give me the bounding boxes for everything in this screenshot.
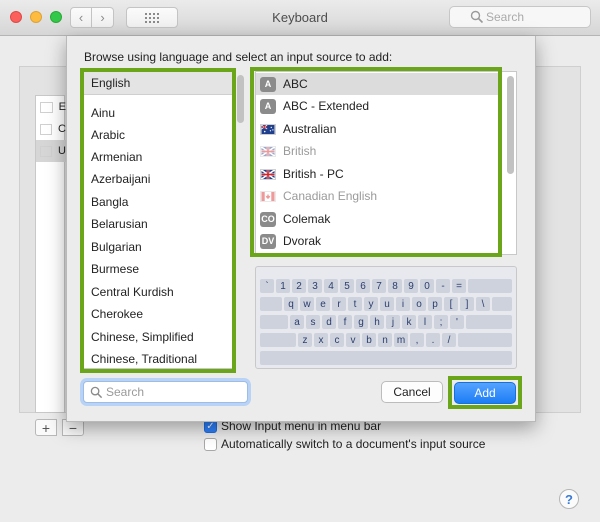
input-source-label: C bbox=[58, 123, 66, 135]
window-titlebar: ‹ › Keyboard Search bbox=[0, 0, 600, 36]
keyboard-key: 5 bbox=[340, 279, 354, 293]
keyboard-key: ` bbox=[260, 279, 274, 293]
keyboard-key: i bbox=[396, 297, 410, 311]
input-source-list-highlight bbox=[250, 67, 502, 257]
language-search-input[interactable]: Search bbox=[83, 381, 248, 403]
sheet-instruction: Browse using language and select an inpu… bbox=[84, 50, 393, 64]
add-input-source-button[interactable]: + bbox=[35, 419, 57, 436]
keyboard-key: . bbox=[426, 333, 440, 347]
input-source-row[interactable]: U bbox=[36, 140, 66, 162]
chevron-right-icon: › bbox=[100, 10, 105, 25]
close-window-button[interactable] bbox=[10, 11, 22, 23]
keyboard-key: ' bbox=[450, 315, 464, 329]
keyboard-key: b bbox=[362, 333, 376, 347]
window-search-placeholder: Search bbox=[486, 10, 525, 24]
input-source-list-scrollbar[interactable] bbox=[507, 76, 514, 174]
cancel-button[interactable]: Cancel bbox=[381, 381, 443, 403]
language-list-highlight bbox=[80, 68, 236, 373]
keyboard-key: 7 bbox=[372, 279, 386, 293]
keyboard-key: h bbox=[370, 315, 384, 329]
add-button-highlight bbox=[448, 376, 522, 409]
keyboard-key: 2 bbox=[292, 279, 306, 293]
keyboard-key: 1 bbox=[276, 279, 290, 293]
language-search-placeholder: Search bbox=[106, 385, 145, 399]
keyboard-key: 9 bbox=[404, 279, 418, 293]
keyboard-layout-preview: ` 1 2 3 4 5 6 7 8 9 0 - = q w e r t y u … bbox=[255, 266, 517, 369]
keyboard-key: r bbox=[332, 297, 346, 311]
keyboard-key-blank bbox=[466, 315, 512, 329]
keyboard-key: d bbox=[322, 315, 336, 329]
language-list-scrollbar[interactable] bbox=[237, 75, 244, 123]
help-button[interactable]: ? bbox=[559, 489, 579, 509]
keyboard-key: q bbox=[284, 297, 298, 311]
minimize-window-button[interactable] bbox=[30, 11, 42, 23]
keyboard-key-blank bbox=[492, 297, 512, 311]
keyboard-key: [ bbox=[444, 297, 458, 311]
keyboard-key: ; bbox=[434, 315, 448, 329]
checkbox-unchecked[interactable] bbox=[204, 437, 217, 451]
window-title: Keyboard bbox=[272, 10, 328, 25]
us-flag-icon bbox=[40, 145, 53, 157]
keyboard-key: 4 bbox=[324, 279, 338, 293]
show-all-button[interactable] bbox=[126, 7, 178, 28]
keyboard-key: z bbox=[298, 333, 312, 347]
keyboard-key: x bbox=[314, 333, 328, 347]
keyboard-key: m bbox=[394, 333, 408, 347]
keyboard-key: j bbox=[386, 315, 400, 329]
canada-flag-icon bbox=[40, 123, 53, 135]
input-source-row[interactable]: C bbox=[36, 118, 66, 140]
keyboard-key: ] bbox=[460, 297, 474, 311]
input-source-row[interactable]: E bbox=[36, 96, 66, 118]
keyboard-key: v bbox=[346, 333, 360, 347]
chevron-left-icon: ‹ bbox=[78, 10, 84, 25]
keyboard-key-blank bbox=[260, 333, 296, 347]
keyboard-key: o bbox=[412, 297, 426, 311]
keyboard-key: f bbox=[338, 315, 352, 329]
keyboard-key-blank bbox=[260, 315, 288, 329]
keyboard-key: w bbox=[300, 297, 314, 311]
keyboard-key: t bbox=[348, 297, 362, 311]
input-source-label: U bbox=[58, 145, 66, 157]
keyboard-key-blank bbox=[260, 351, 512, 365]
keyboard-key: c bbox=[330, 333, 344, 347]
auto-switch-label: Automatically switch to a document's inp… bbox=[221, 437, 486, 451]
grid-icon bbox=[145, 12, 159, 23]
keyboard-key: e bbox=[316, 297, 330, 311]
keyboard-key: s bbox=[306, 315, 320, 329]
forward-button[interactable]: › bbox=[92, 7, 114, 28]
search-icon bbox=[90, 386, 103, 399]
keyboard-key: \ bbox=[476, 297, 490, 311]
zoom-window-button[interactable] bbox=[50, 11, 62, 23]
auto-switch-option[interactable]: Automatically switch to a document's inp… bbox=[204, 437, 485, 451]
back-button[interactable]: ‹ bbox=[70, 7, 92, 28]
keyboard-key: , bbox=[410, 333, 424, 347]
keyboard-key: = bbox=[452, 279, 466, 293]
keyboard-key: a bbox=[290, 315, 304, 329]
keyboard-key: y bbox=[364, 297, 378, 311]
keyboard-key-blank bbox=[468, 279, 512, 293]
keyboard-key: l bbox=[418, 315, 432, 329]
keyboard-key: 8 bbox=[388, 279, 402, 293]
keyboard-key-blank bbox=[260, 297, 282, 311]
keyboard-key: g bbox=[354, 315, 368, 329]
keyboard-key: n bbox=[378, 333, 392, 347]
keyboard-key-blank bbox=[458, 333, 512, 347]
keyboard-key: k bbox=[402, 315, 416, 329]
keyboard-key: p bbox=[428, 297, 442, 311]
search-icon bbox=[470, 10, 484, 24]
window-search-field[interactable]: Search bbox=[449, 6, 591, 28]
keyboard-key: 3 bbox=[308, 279, 322, 293]
keyboard-key: 6 bbox=[356, 279, 370, 293]
keyboard-key: 0 bbox=[420, 279, 434, 293]
keyboard-key: / bbox=[442, 333, 456, 347]
input-source-label: E bbox=[58, 101, 66, 113]
uk-flag-icon bbox=[40, 101, 53, 113]
keyboard-key: - bbox=[436, 279, 450, 293]
keyboard-key: u bbox=[380, 297, 394, 311]
